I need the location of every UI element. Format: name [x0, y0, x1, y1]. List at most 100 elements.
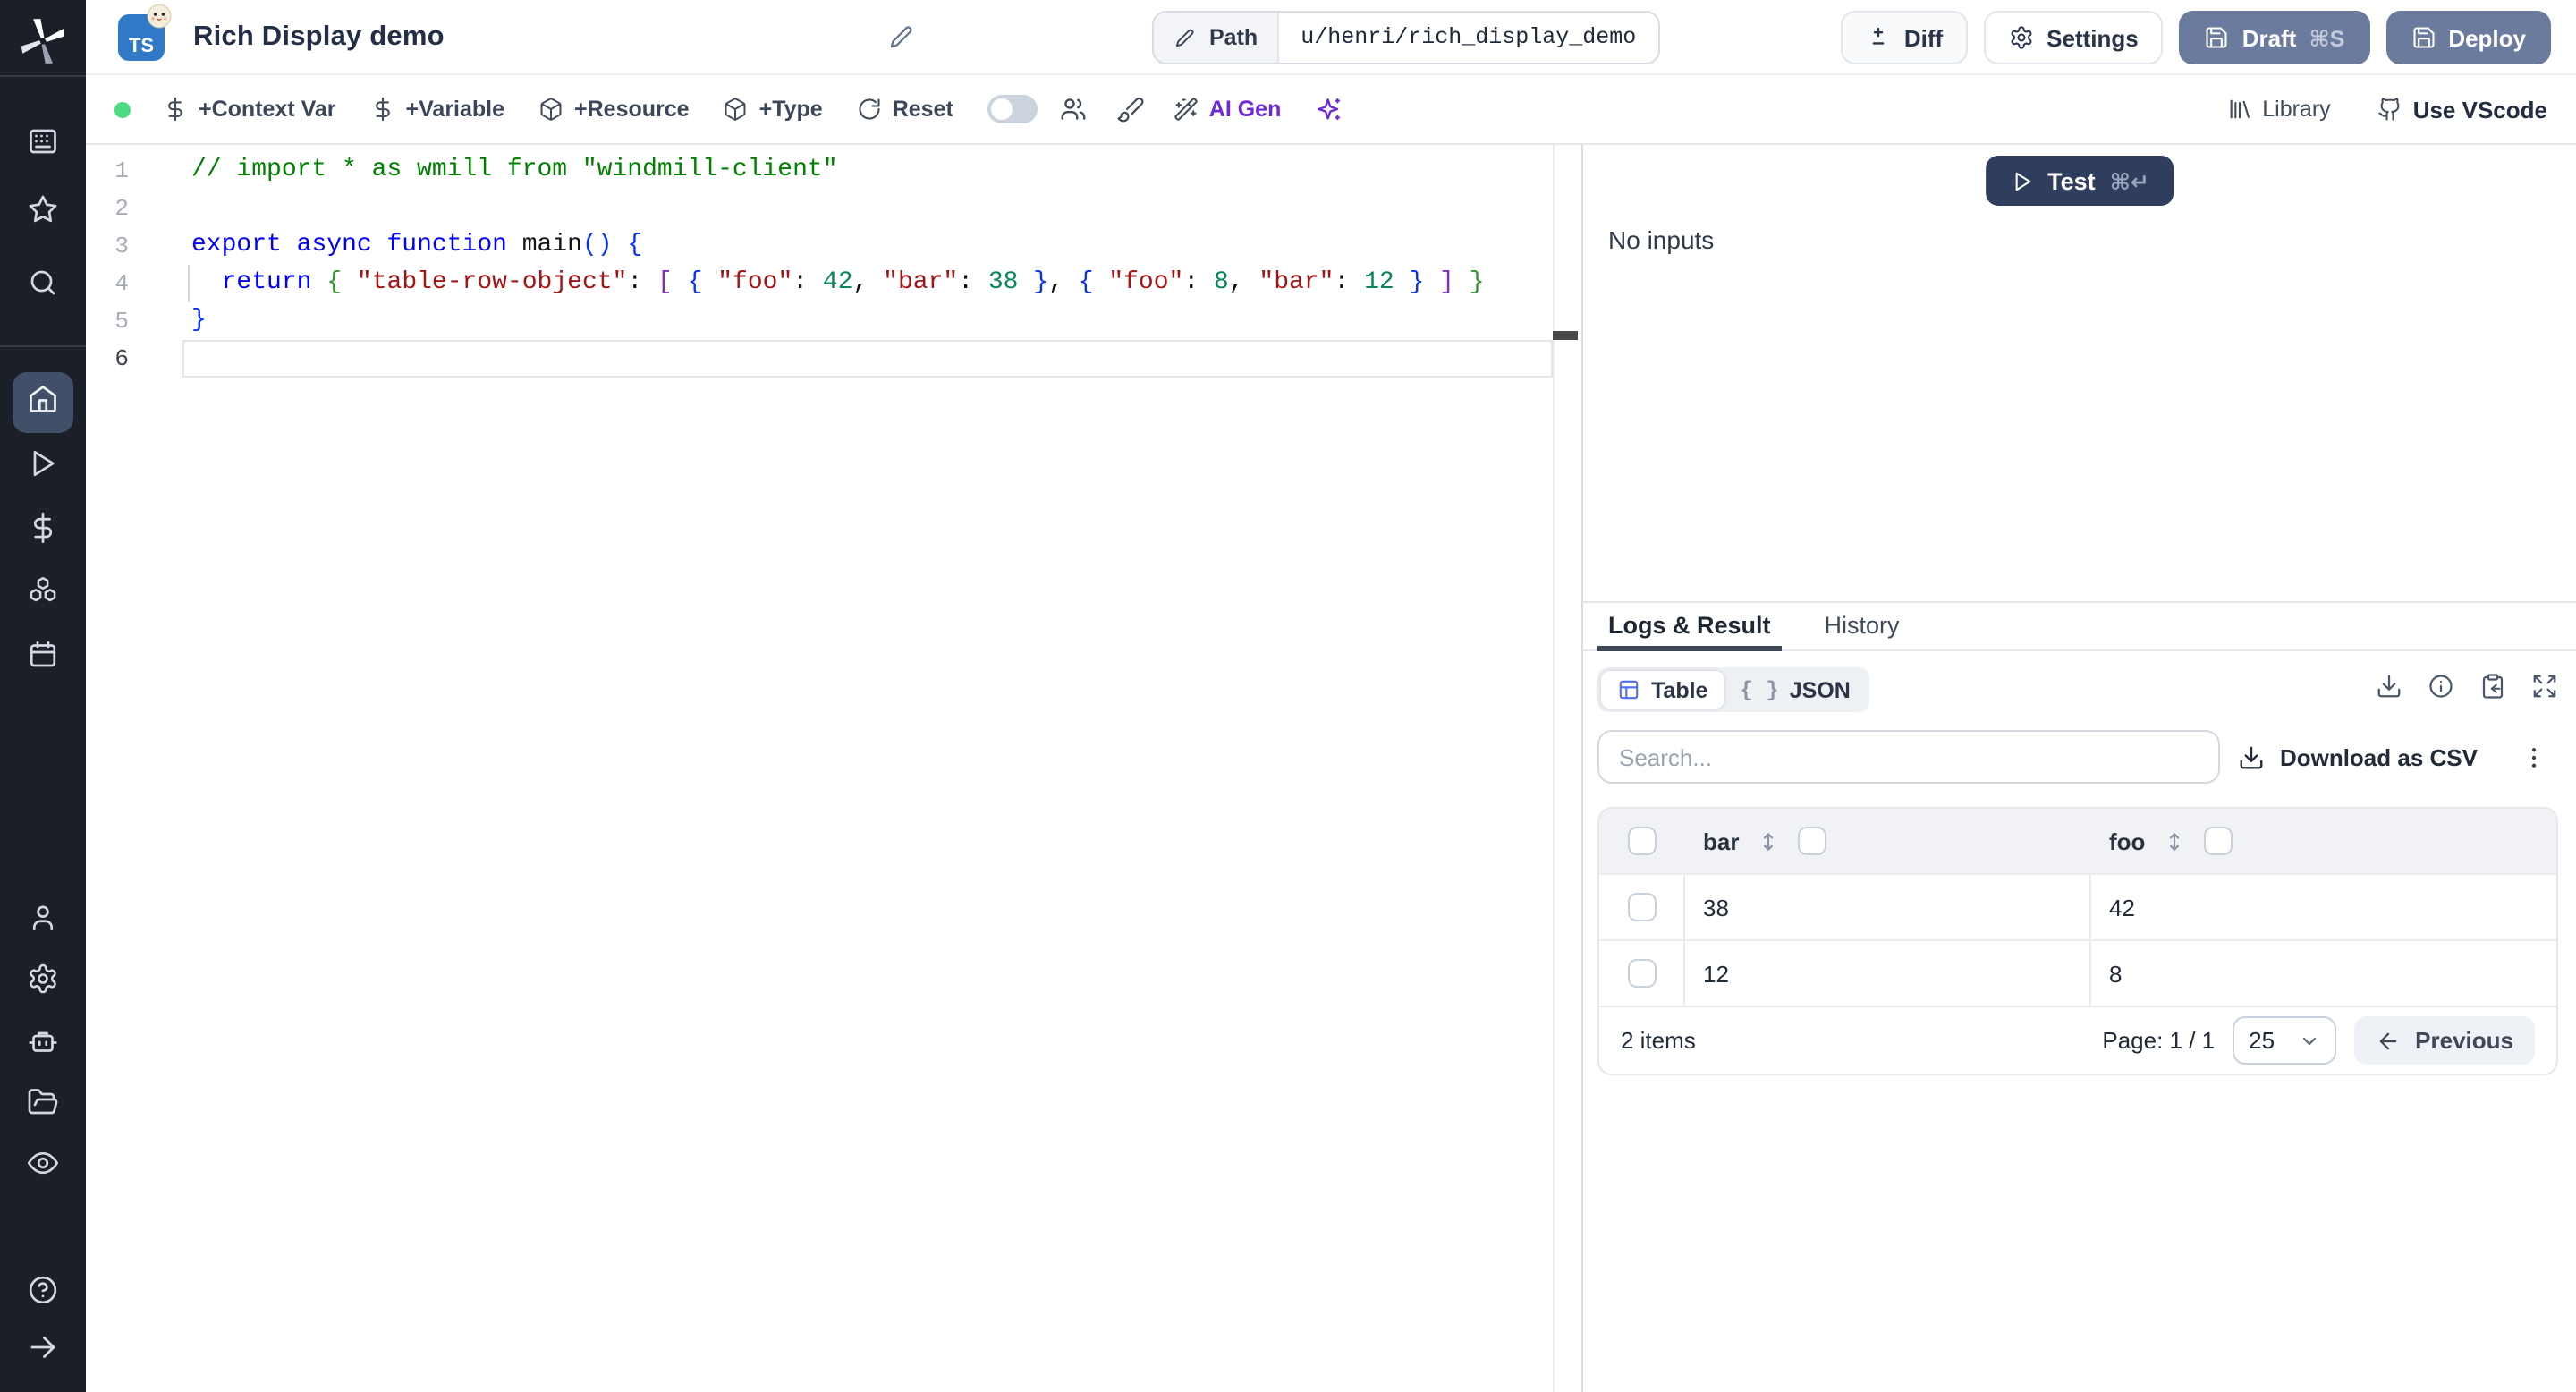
add-context-var-button[interactable]: +Context Var — [163, 97, 336, 122]
format-code-button[interactable] — [1116, 95, 1145, 123]
sidebar-item-apps[interactable] — [13, 115, 73, 175]
reset-button[interactable]: Reset — [857, 97, 953, 122]
path-label: Path — [1209, 25, 1258, 50]
kebab-icon — [2531, 747, 2537, 767]
view-json-button[interactable]: { } JSON — [1724, 671, 1866, 709]
pencil-icon — [1175, 28, 1194, 47]
sidebar-item-home[interactable] — [13, 372, 73, 433]
folder-icon — [27, 1085, 59, 1126]
line-number: 3 — [114, 233, 129, 259]
multiplayer-toggle[interactable] — [987, 95, 1038, 123]
column-filter-checkbox[interactable] — [1798, 827, 1827, 855]
expand-result-icon[interactable] — [2531, 672, 2558, 708]
row-checkbox[interactable] — [1627, 959, 1656, 988]
draft-shortcut: ⌘S — [2309, 26, 2345, 51]
column-filter-checkbox[interactable] — [2204, 827, 2233, 855]
download-csv-button[interactable]: Download as CSV — [2239, 743, 2478, 770]
users-icon — [1059, 95, 1088, 123]
sidebar-divider — [0, 345, 86, 347]
diff-button[interactable]: Diff — [1841, 11, 1969, 64]
user-icon — [27, 901, 59, 942]
editor-gutter: 1 2 3 4 5 6 — [86, 152, 129, 378]
column-header-bar[interactable]: bar — [1703, 828, 1739, 854]
code-line[interactable] — [191, 190, 1581, 227]
code-line[interactable]: // import * as wmill from "windmill-clie… — [191, 152, 1581, 190]
sidebar-item-folders[interactable] — [13, 1075, 73, 1136]
braces-icon: { } — [1740, 677, 1779, 702]
draft-button[interactable]: Draft ⌘S — [2179, 11, 2370, 64]
edit-title-button[interactable] — [884, 20, 919, 55]
use-vscode-button[interactable]: Use VScode — [2377, 96, 2547, 123]
sidebar-item-search[interactable] — [13, 256, 73, 317]
play-icon — [2010, 169, 2033, 192]
code-line[interactable]: return { "table-row-object": [ { "foo": … — [191, 265, 1581, 302]
sidebar-item-resources[interactable] — [13, 564, 73, 624]
save-icon — [2205, 25, 2230, 50]
sidebar-item-audit-logs[interactable] — [13, 1136, 73, 1197]
tab-history[interactable]: History — [1814, 603, 1911, 649]
sort-icon[interactable] — [1757, 829, 1780, 853]
result-view-toggle: Table { } JSON — [1597, 667, 1870, 712]
sidebar-item-schedules[interactable] — [13, 628, 73, 689]
add-type-button[interactable]: +Type — [724, 97, 823, 122]
multiplayer-users-button[interactable] — [1059, 95, 1088, 123]
save-icon — [2411, 25, 2436, 50]
sidebar-item-favorites[interactable] — [13, 182, 73, 243]
paintbrush-icon — [1116, 95, 1145, 123]
result-panel: Logs & Result History Table { } JSON Sea… — [1583, 603, 2576, 1392]
settings-label: Settings — [2046, 24, 2139, 51]
code-line[interactable] — [191, 340, 1581, 378]
result-tabs: Logs & Result History — [1583, 603, 2576, 651]
diff-label: Diff — [1903, 24, 1944, 51]
test-label: Test — [2047, 167, 2096, 194]
previous-page-button[interactable]: Previous — [2354, 1016, 2535, 1065]
path-button[interactable]: Path u/henri/rich_display_demo — [1152, 11, 1660, 64]
code-line[interactable]: export async function main() { — [191, 227, 1581, 265]
search-input[interactable] — [1597, 730, 2220, 784]
eye-icon — [27, 1146, 59, 1187]
add-resource-button[interactable]: +Resource — [538, 97, 690, 122]
line-number: 4 — [114, 270, 129, 297]
code-line[interactable]: } — [191, 302, 1581, 340]
copy-result-icon[interactable] — [2479, 672, 2506, 708]
ai-gen-button[interactable]: AI Gen — [1174, 97, 1281, 122]
items-count: 2 items — [1621, 1027, 1696, 1054]
sparkles-icon — [1315, 95, 1343, 123]
settings-button[interactable]: Settings — [1984, 11, 2164, 64]
star-icon — [27, 192, 59, 233]
deploy-button[interactable]: Deploy — [2385, 11, 2551, 64]
column-header-foo[interactable]: foo — [2109, 828, 2145, 854]
sidebar-item-users[interactable] — [13, 891, 73, 952]
sidebar-divider — [0, 75, 86, 77]
windmill-logo-icon[interactable] — [20, 18, 66, 64]
tab-logs-result[interactable]: Logs & Result — [1597, 603, 1782, 651]
package-icon — [724, 97, 749, 122]
draft-label: Draft — [2241, 24, 2297, 51]
library-button[interactable]: Library — [2226, 97, 2331, 122]
sidebar-item-variables[interactable] — [13, 501, 73, 562]
view-table-button[interactable]: Table — [1601, 671, 1724, 709]
select-all-checkbox[interactable] — [1628, 827, 1657, 855]
line-number: 5 — [114, 308, 129, 335]
info-icon[interactable] — [2428, 672, 2454, 708]
sidebar-item-workers[interactable] — [13, 1014, 73, 1075]
sidebar-item-settings[interactable] — [13, 952, 73, 1013]
library-label: Library — [2262, 97, 2331, 122]
sidebar-item-help[interactable] — [13, 1263, 73, 1324]
sidebar-item-expand[interactable] — [13, 1320, 73, 1381]
test-shortcut: ⌘↵ — [2109, 169, 2149, 194]
download-result-icon[interactable] — [2376, 672, 2402, 708]
row-checkbox[interactable] — [1627, 893, 1656, 921]
sidebar-item-runs[interactable] — [13, 437, 73, 497]
code-editor[interactable]: 1 2 3 4 5 6 // import * as wmill from "windmi… — [86, 145, 1581, 1392]
ai-assistant-button[interactable] — [1315, 95, 1343, 123]
sidebar — [0, 0, 86, 1392]
sort-icon[interactable] — [2163, 829, 2186, 853]
github-icon — [2377, 97, 2402, 122]
table-menu-button[interactable] — [2521, 743, 2547, 770]
test-button[interactable]: Test ⌘↵ — [1985, 156, 2174, 206]
dollar-icon — [27, 511, 59, 552]
page-size-select[interactable]: 25 — [2233, 1016, 2337, 1065]
use-vscode-label: Use VScode — [2412, 96, 2547, 123]
add-variable-button[interactable]: +Variable — [370, 97, 504, 122]
